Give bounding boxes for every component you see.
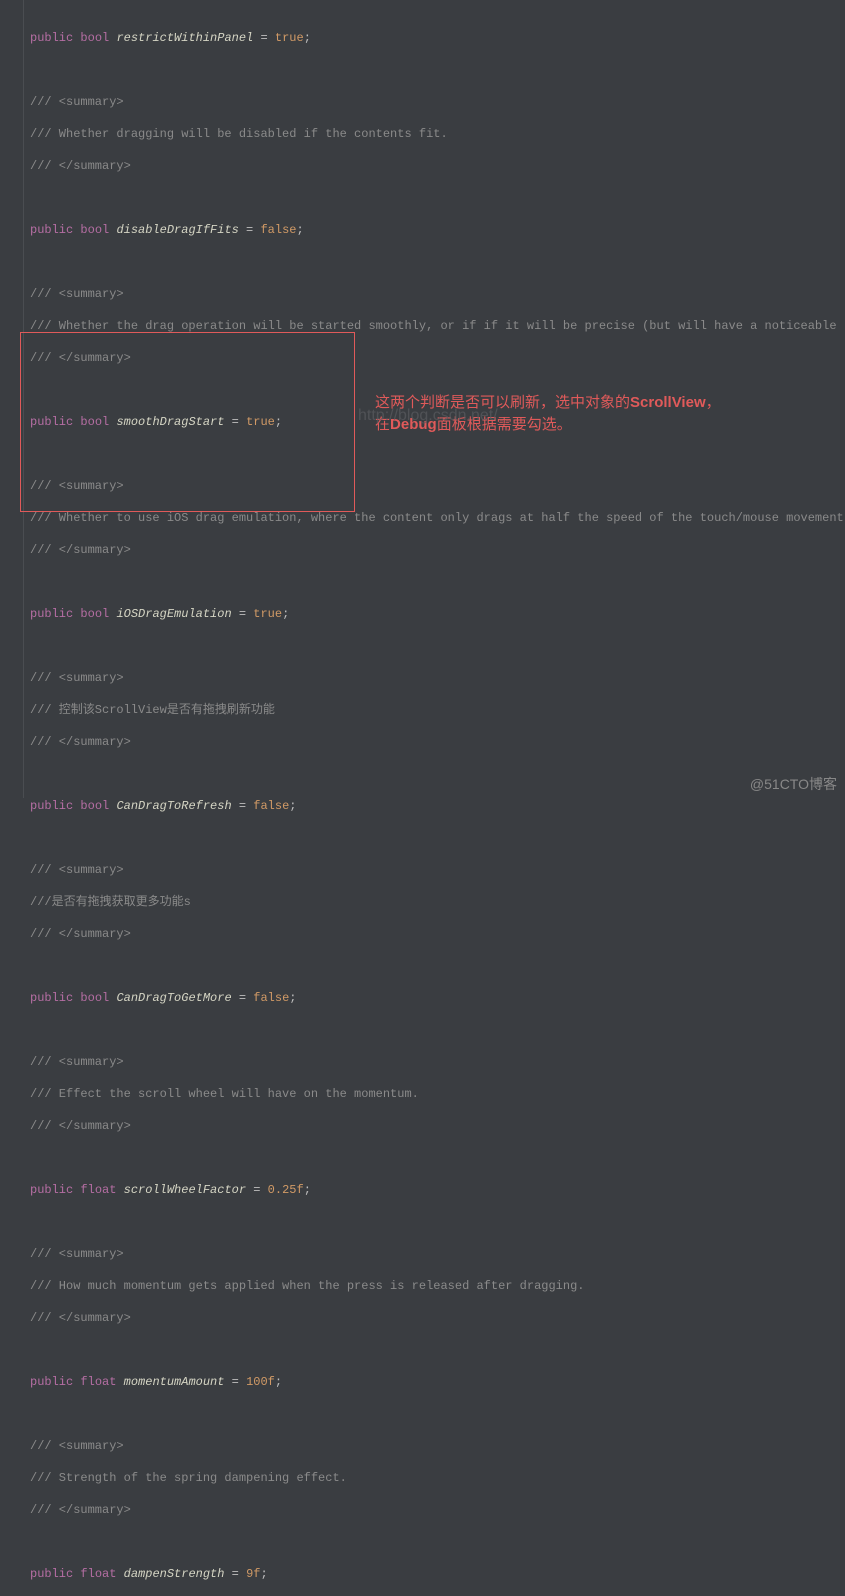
comment: /// </summary>: [30, 158, 845, 174]
comment: /// <summary>: [30, 1438, 845, 1454]
comment: /// <summary>: [30, 862, 845, 878]
comment: /// Whether the drag operation will be s…: [30, 318, 845, 334]
comment: /// Whether to use iOS drag emulation, w…: [30, 510, 845, 526]
comment: /// Whether dragging will be disabled if…: [30, 126, 845, 142]
source-attribution: @51CTO博客: [750, 776, 837, 792]
code-line: public bool disableDragIfFits = false;: [30, 222, 845, 238]
comment: /// </summary>: [30, 1310, 845, 1326]
comment: /// Strength of the spring dampening eff…: [30, 1470, 845, 1486]
code-editor: public bool restrictWithinPanel = true; …: [0, 0, 845, 1596]
code-line: public float scrollWheelFactor = 0.25f;: [30, 1182, 845, 1198]
comment: /// </summary>: [30, 542, 845, 558]
comment: /// <summary>: [30, 94, 845, 110]
comment: /// </summary>: [30, 926, 845, 942]
watermark: http://blog.csdn.net/: [358, 408, 498, 424]
comment: /// <summary>: [30, 286, 845, 302]
code-line: public float dampenStrength = 9f;: [30, 1566, 845, 1582]
comment: /// How much momentum gets applied when …: [30, 1278, 845, 1294]
comment: /// </summary>: [30, 1502, 845, 1518]
comment: ///是否有拖拽获取更多功能s: [30, 894, 845, 910]
code-line: public bool CanDragToGetMore = false;: [30, 990, 845, 1006]
code-line: public bool restrictWithinPanel = true;: [30, 30, 845, 46]
comment: /// </summary>: [30, 734, 845, 750]
comment: /// <summary>: [30, 1054, 845, 1070]
code-line: public bool CanDragToRefresh = false;: [30, 798, 845, 814]
comment: /// Effect the scroll wheel will have on…: [30, 1086, 845, 1102]
comment: /// <summary>: [30, 1246, 845, 1262]
code-line: public bool iOSDragEmulation = true;: [30, 606, 845, 622]
comment: /// <summary>: [30, 670, 845, 686]
comment: /// </summary>: [30, 350, 845, 366]
comment: /// </summary>: [30, 1118, 845, 1134]
comment: /// 控制该ScrollView是否有拖拽刷新功能: [30, 702, 845, 718]
comment: /// <summary>: [30, 478, 845, 494]
code-line: public float momentumAmount = 100f;: [30, 1374, 845, 1390]
